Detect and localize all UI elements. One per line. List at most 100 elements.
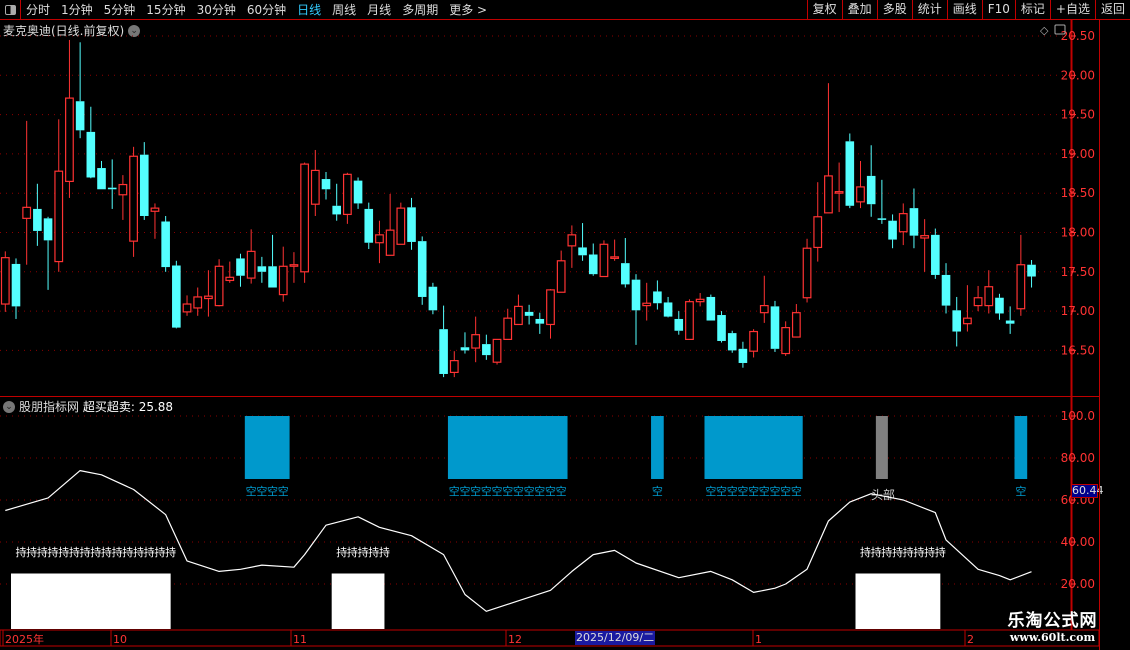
- hold-signal-bar: [331, 573, 385, 629]
- hold-signal-label: 持: [913, 545, 924, 559]
- sell-signal-bar: [704, 416, 803, 479]
- candle-down: [674, 318, 684, 331]
- candle-down: [952, 310, 962, 332]
- candle-up: [300, 163, 310, 273]
- candle-up: [278, 265, 288, 296]
- candle-down: [482, 344, 491, 356]
- candle-up: [193, 296, 203, 309]
- candle-up: [22, 206, 32, 219]
- top-signal-bar: [875, 416, 888, 479]
- candle-up: [781, 327, 791, 355]
- candle-down: [332, 205, 341, 215]
- sell-signal-label: 空: [748, 484, 759, 498]
- hold-signal-label: 持: [26, 545, 37, 559]
- candle-down: [663, 302, 673, 317]
- candle-down: [888, 220, 897, 240]
- candle-up: [342, 173, 352, 216]
- sell-signal-label: 空: [278, 484, 289, 498]
- time-label: 2025年: [5, 632, 44, 646]
- candle-down: [364, 208, 374, 243]
- sell-signal-label: 空: [449, 484, 460, 498]
- hold-signal-label: 持: [101, 545, 112, 559]
- candle-up: [813, 216, 823, 249]
- hold-signal-label: 持: [37, 545, 48, 559]
- candle-down: [428, 286, 438, 311]
- sell-signal-label: 空: [267, 484, 278, 498]
- hold-signal-label: 持: [903, 545, 914, 559]
- candle-down: [866, 175, 876, 205]
- candle-up: [246, 250, 256, 279]
- candle-up: [204, 295, 213, 300]
- candle-up: [0, 257, 10, 305]
- candle-down: [995, 297, 1004, 314]
- candle-down: [460, 347, 470, 351]
- candle-down: [941, 274, 951, 306]
- time-label: 12: [508, 633, 522, 646]
- candle-up: [514, 305, 523, 326]
- candle-down: [107, 187, 117, 190]
- candle-down: [86, 131, 96, 178]
- candle-up: [685, 301, 694, 340]
- candle-down: [1005, 320, 1015, 324]
- hold-signal-label: 持: [112, 545, 123, 559]
- hold-signal-label: 持: [122, 545, 133, 559]
- sell-signal-label: 空: [652, 484, 663, 498]
- candle-up: [118, 183, 128, 196]
- candle-down: [268, 266, 277, 288]
- candle-up: [375, 234, 384, 244]
- y-tick-label: 20.00: [1061, 68, 1095, 82]
- candle-down: [770, 306, 780, 349]
- candle-down: [535, 318, 545, 324]
- hold-signal-label: 持: [69, 545, 80, 559]
- sell-signal-label: 空: [727, 484, 738, 498]
- sell-signal-label: 空: [246, 484, 257, 498]
- y-tick-label: 19.00: [1061, 147, 1095, 161]
- hold-signal-label: 持: [90, 545, 101, 559]
- kline-chart[interactable]: 20.50 20.00 19.50 19.00 18.50 18.00 17.50 17.00…: [0, 0, 1130, 650]
- candle-up: [54, 170, 64, 263]
- candle-up: [695, 298, 705, 303]
- candle-down: [161, 221, 170, 268]
- candle-up: [920, 235, 930, 239]
- hold-signal-label: 持: [58, 545, 69, 559]
- candle-down: [621, 263, 630, 285]
- hold-signal-label: 持: [881, 545, 892, 559]
- hold-signal-label: 持: [133, 545, 144, 559]
- sell-signal-label: 空: [513, 484, 524, 498]
- hold-signal-label: 持: [336, 545, 347, 559]
- candle-up: [385, 229, 395, 256]
- sell-signal-label: 空: [481, 484, 492, 498]
- sell-signal-bar: [651, 416, 664, 479]
- hold-signal-label: 持: [935, 545, 946, 559]
- hold-signal-label: 持: [860, 545, 871, 559]
- y-tick-label: 20.00: [1061, 577, 1095, 591]
- candle-up: [962, 317, 972, 325]
- candle-up: [471, 334, 481, 349]
- hold-signal-label: 持: [165, 545, 176, 559]
- candle-down: [909, 208, 919, 236]
- candle-up: [749, 330, 758, 352]
- hold-signal-label: 持: [144, 545, 155, 559]
- sell-signal-label: 空: [256, 484, 267, 498]
- candle-down: [845, 141, 855, 206]
- time-label: 2: [967, 633, 974, 646]
- candle-down: [653, 291, 662, 304]
- time-label: 10: [113, 633, 127, 646]
- candle-up: [642, 302, 652, 307]
- candle-up: [802, 247, 812, 299]
- candle-up: [1016, 264, 1026, 310]
- candle-down: [931, 234, 940, 275]
- candle-up: [449, 360, 459, 374]
- candle-up: [65, 97, 74, 183]
- right-side-panel[interactable]: [1099, 20, 1130, 650]
- candle-up: [546, 289, 555, 326]
- candle-up: [129, 155, 138, 242]
- sell-signal-label: 空: [759, 484, 770, 498]
- cursor-date-label: 2025/12/09/二: [575, 631, 656, 645]
- candle-up: [310, 169, 320, 205]
- candle-up: [150, 207, 160, 212]
- candle-down: [877, 218, 887, 220]
- sell-signal-label: 空: [1015, 484, 1026, 498]
- diamond-icon: ◇: [1040, 24, 1049, 37]
- hold-signal-label: 持: [368, 545, 379, 559]
